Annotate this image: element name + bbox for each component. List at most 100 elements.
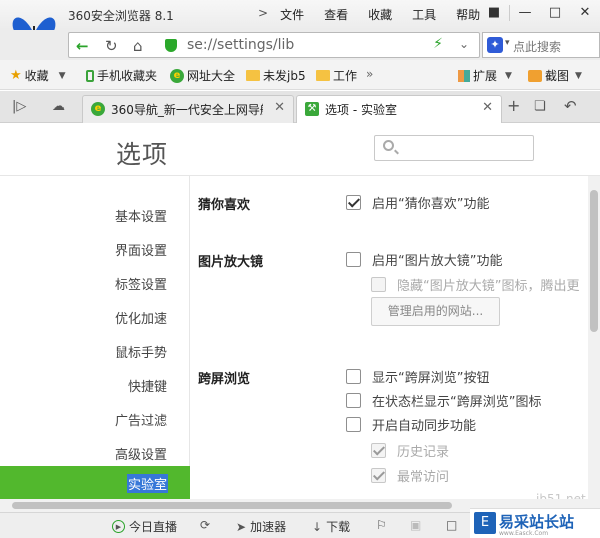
- lightning-icon[interactable]: ⚡: [433, 36, 443, 52]
- checkbox[interactable]: [371, 277, 386, 292]
- status-label: 下载: [326, 520, 351, 534]
- option-enable-guess[interactable]: 启用“猜你喜欢”功能: [346, 193, 489, 212]
- bookmark-folder-jb5[interactable]: 未发jb5: [246, 67, 306, 84]
- minimize-icon[interactable]: —: [510, 0, 540, 24]
- url-text[interactable]: se://settings/lib: [187, 37, 294, 53]
- maximize-icon[interactable]: □: [540, 0, 570, 24]
- option-auto-sync[interactable]: 开启自动同步功能: [346, 415, 476, 434]
- favorites-button[interactable]: ★ 收藏 ▼: [10, 67, 66, 84]
- checkbox[interactable]: [346, 369, 361, 384]
- flag-icon[interactable]: ⚐: [376, 518, 391, 532]
- star-icon: ★: [10, 68, 22, 83]
- chevron-down-icon[interactable]: ▼: [59, 71, 66, 81]
- sync-icon[interactable]: ▣: [410, 518, 425, 532]
- checkbox[interactable]: [371, 443, 386, 458]
- download-icon: ↓: [312, 519, 323, 534]
- bookmarks-bar: ★ 收藏 ▼ 手机收藏夹 e 网址大全 未发jb5 工作 » 扩展 ▼ 截图 ▼: [0, 60, 600, 90]
- search-box[interactable]: ✦ ▾ 点此搜索: [482, 32, 600, 58]
- option-label: 启用“猜你喜欢”功能: [372, 197, 490, 212]
- chevron-down-icon[interactable]: ⌄: [459, 37, 469, 51]
- tab-hao360[interactable]: e 360导航_新一代安全上网导航 ✕: [82, 95, 294, 123]
- play-icon: ▶: [112, 520, 125, 533]
- option-label: 在状态栏显示“跨屏浏览”图标: [372, 395, 542, 410]
- watermark: E 易采站长站 www.Easck.Com: [470, 508, 600, 538]
- manage-sites-button[interactable]: 管理启用的网站...: [371, 297, 500, 326]
- sidebar-item-adblock[interactable]: 广告过滤: [115, 410, 167, 429]
- settings-search-input[interactable]: [401, 139, 529, 157]
- sidebar-item-tabs[interactable]: 标签设置: [115, 274, 167, 293]
- option-label: 历史记录: [397, 445, 450, 460]
- search-placeholder[interactable]: 点此搜索: [513, 38, 561, 55]
- vertical-scrollbar[interactable]: [588, 176, 600, 499]
- more-bookmarks-icon[interactable]: »: [366, 67, 373, 81]
- extensions-icon: [458, 69, 470, 82]
- folder-icon: [316, 70, 330, 81]
- scrollbar-thumb[interactable]: [12, 502, 452, 509]
- bookmark-mobile[interactable]: 手机收藏夹: [86, 67, 157, 84]
- speed-icon[interactable]: ⟳: [200, 518, 214, 532]
- tab-list-icon[interactable]: ❏: [534, 99, 546, 114]
- option-show-crossscreen-button[interactable]: 显示“跨屏浏览”按钮: [346, 367, 489, 386]
- search-icon: [383, 140, 394, 151]
- sidebar-toggle-icon[interactable]: |▷: [12, 99, 26, 114]
- option-label: 隐藏“图片放大镜”图标，腾出更: [397, 279, 580, 294]
- 360-icon: e: [170, 68, 184, 83]
- bookmark-folder-work[interactable]: 工作: [316, 67, 357, 84]
- bookmark-label: 工作: [333, 69, 358, 83]
- tab-options-lab[interactable]: ⚒ 选项 - 实验室 ✕: [296, 95, 502, 124]
- skin-icon[interactable]: ■: [479, 0, 509, 24]
- new-tab-icon[interactable]: +: [507, 96, 520, 115]
- home-icon[interactable]: ⌂: [133, 37, 143, 55]
- undo-close-icon[interactable]: ↶: [564, 97, 577, 115]
- bookmark-hao360[interactable]: e 网址大全: [170, 67, 235, 84]
- favorites-label: 收藏: [24, 69, 49, 83]
- wrench-icon: ⚒: [305, 102, 319, 116]
- settings-search[interactable]: [374, 135, 534, 161]
- option-sync-history[interactable]: 历史记录: [371, 441, 449, 460]
- option-hide-magnifier-icon[interactable]: 隐藏“图片放大镜”图标，腾出更: [371, 275, 579, 294]
- extensions-button[interactable]: 扩展 ▼: [458, 67, 512, 84]
- sidebar-item-shortcuts[interactable]: 快捷键: [128, 376, 167, 395]
- option-statusbar-crossscreen-icon[interactable]: 在状态栏显示“跨屏浏览”图标: [346, 391, 541, 410]
- option-enable-magnifier[interactable]: 启用“图片放大镜”功能: [346, 250, 502, 269]
- sidebar-item-interface[interactable]: 界面设置: [115, 240, 167, 259]
- reload-icon[interactable]: ↻: [105, 37, 118, 55]
- download-button[interactable]: ↓ 下载: [312, 518, 350, 535]
- close-tab-icon[interactable]: ✕: [274, 100, 285, 115]
- close-icon[interactable]: ✕: [570, 0, 600, 24]
- accelerator-button[interactable]: ➤ 加速器: [236, 518, 286, 535]
- sidebar-item-mouse-gestures[interactable]: 鼠标手势: [115, 342, 167, 361]
- checkbox[interactable]: [346, 252, 361, 267]
- menu-help[interactable]: 帮助: [456, 6, 480, 23]
- today-live-button[interactable]: ▶ 今日直播: [112, 518, 177, 535]
- menu-file[interactable]: 文件: [280, 6, 304, 23]
- window-icon[interactable]: □: [446, 518, 461, 532]
- chevron-down-icon[interactable]: ▼: [575, 71, 582, 81]
- option-sync-most-visited[interactable]: 最常访问: [371, 466, 449, 485]
- screenshot-button[interactable]: 截图 ▼: [528, 67, 582, 84]
- menu-tools[interactable]: 工具: [412, 6, 436, 23]
- checkbox[interactable]: [346, 417, 361, 432]
- sidebar-item-basic[interactable]: 基本设置: [115, 206, 167, 225]
- sidebar-item-advanced[interactable]: 高级设置: [115, 444, 167, 463]
- scrollbar-thumb[interactable]: [590, 190, 598, 332]
- checkbox[interactable]: [371, 468, 386, 483]
- checkbox[interactable]: [346, 195, 361, 210]
- section-title-magnifier: 图片放大镜: [198, 255, 264, 270]
- menu-favorites[interactable]: 收藏: [368, 6, 392, 23]
- settings-sidebar: 基本设置 界面设置 标签设置 优化加速 鼠标手势 快捷键 广告过滤 高级设置 实…: [0, 176, 190, 499]
- chevron-down-icon[interactable]: ▼: [505, 71, 512, 81]
- close-tab-icon[interactable]: ✕: [482, 100, 493, 115]
- sidebar-item-optimize[interactable]: 优化加速: [115, 308, 167, 327]
- address-row: ← ↻ ⌂ se://settings/lib ⚡ ⌄ ✦ ▾ 点此搜索: [0, 30, 600, 60]
- sidebar-item-lab[interactable]: 实验室: [0, 466, 190, 499]
- scissors-icon: [528, 69, 542, 82]
- search-engine-dropdown-icon[interactable]: ▾: [505, 38, 510, 48]
- cloud-icon[interactable]: ☁: [52, 99, 65, 114]
- baidu-paw-icon[interactable]: ✦: [487, 37, 503, 53]
- chevron-right-icon[interactable]: >: [258, 6, 268, 23]
- menu-view[interactable]: 查看: [324, 6, 348, 23]
- address-bar[interactable]: ← ↻ ⌂ se://settings/lib ⚡ ⌄: [68, 32, 480, 58]
- checkbox[interactable]: [346, 393, 361, 408]
- back-arrow-icon[interactable]: ←: [76, 37, 89, 55]
